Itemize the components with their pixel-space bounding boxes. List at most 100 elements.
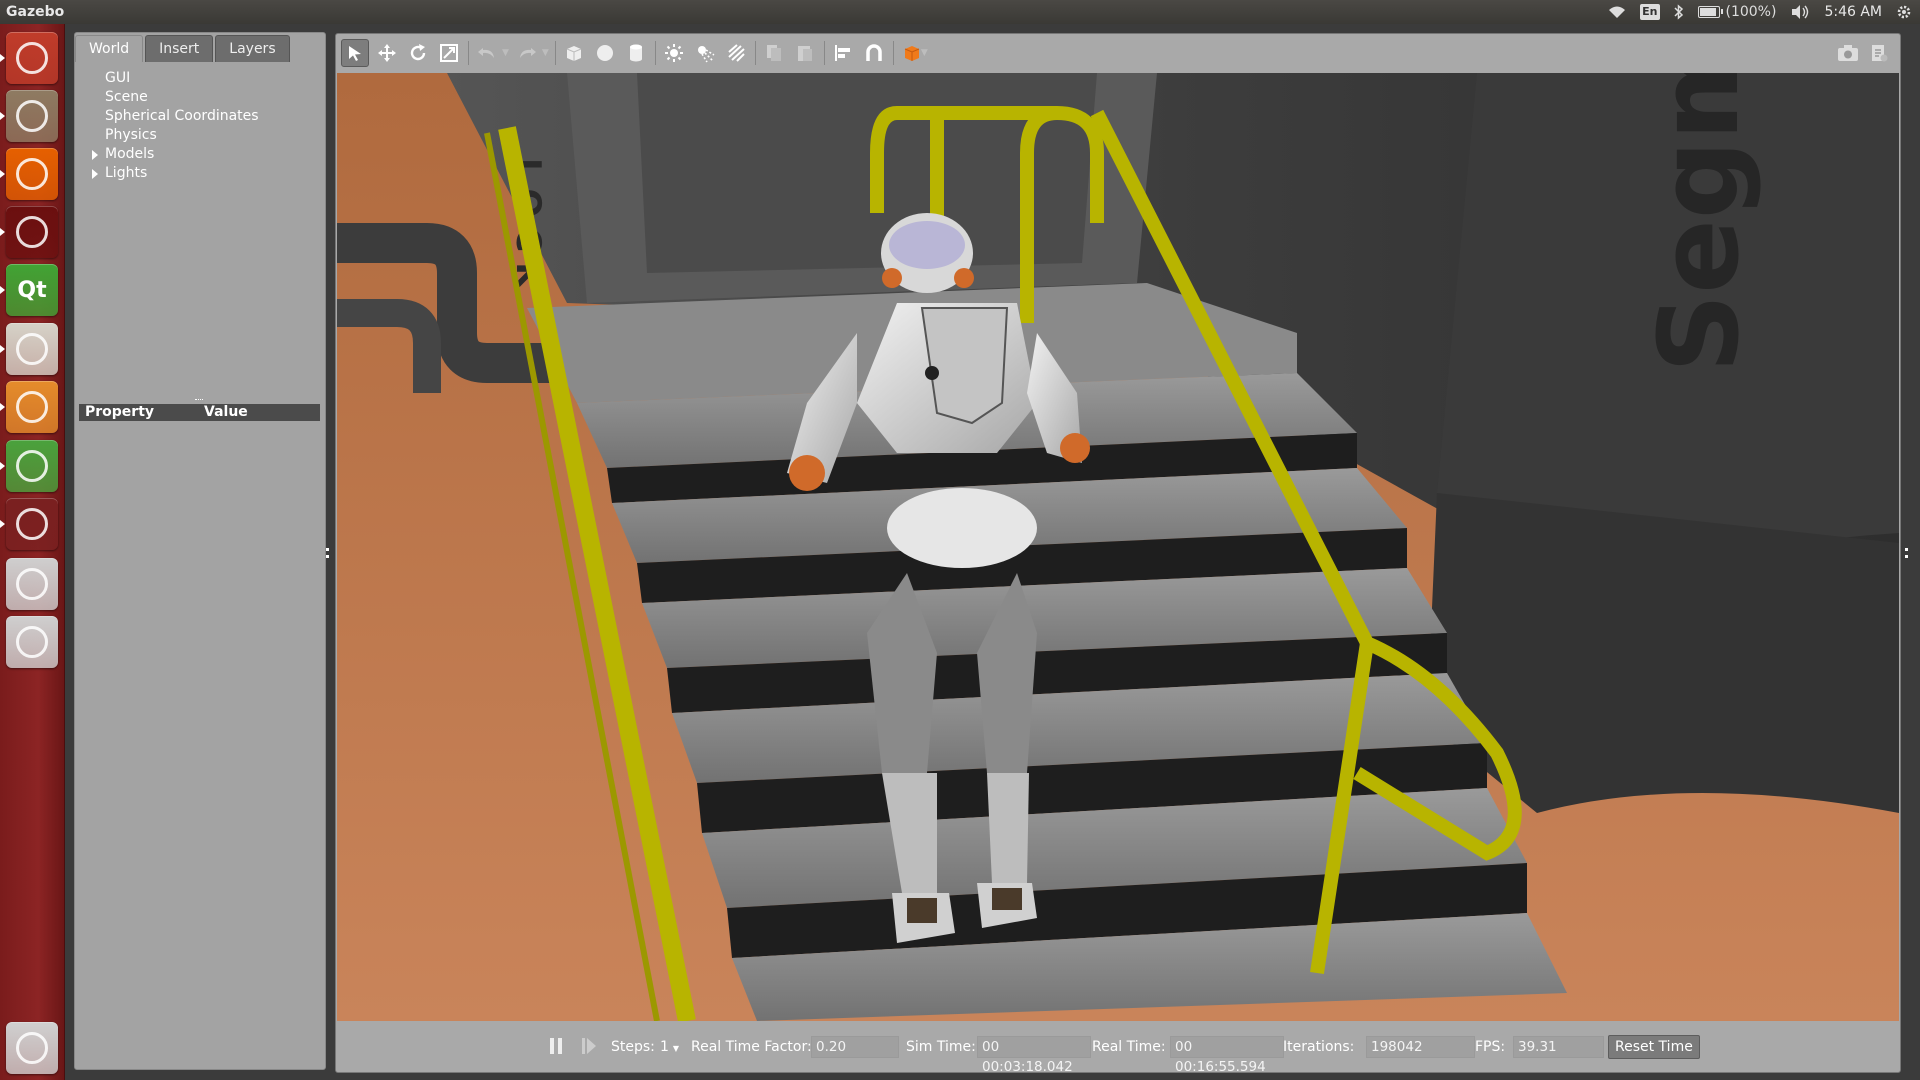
trash-icon-glyph <box>16 1032 48 1064</box>
select-mode-icon[interactable] <box>341 39 369 67</box>
expand-arrow-icon[interactable] <box>92 150 98 160</box>
iterations-field: 198042 <box>1366 1036 1475 1058</box>
steps-spinner-icon[interactable]: ▼ <box>673 1044 679 1053</box>
paste-icon[interactable] <box>792 40 818 66</box>
sim-time-field: 00 00:03:18.042 <box>977 1036 1091 1075</box>
running-indicator <box>0 170 5 178</box>
tree-item-models[interactable]: Models <box>75 145 325 164</box>
steps-label: Steps: <box>611 1039 655 1055</box>
time-panel: Steps: 1 ▼ Real Time Factor: 0.20 Sim Tim… <box>336 1024 1900 1075</box>
running-indicator <box>0 520 5 528</box>
drive-icon[interactable] <box>6 558 58 610</box>
left-panel-collapse-handle[interactable] <box>326 548 332 558</box>
fps-field: 39.31 <box>1513 1036 1604 1058</box>
dash-icon-glyph <box>16 42 48 74</box>
scale-mode-icon[interactable] <box>436 40 462 66</box>
files-icon[interactable] <box>0 90 58 142</box>
redo-history-dropdown-icon[interactable]: ▼ <box>542 48 549 58</box>
steps-spinbox[interactable]: 1 ▼ <box>660 1038 679 1058</box>
directional-light-icon[interactable] <box>723 40 749 66</box>
battery-indicator[interactable]: (100%) <box>1697 0 1777 24</box>
clock[interactable]: 5:46 AM <box>1824 0 1882 24</box>
3d-viewport[interactable]: Segm LOCK <box>337 73 1899 1021</box>
keyboard-layout-indicator[interactable]: En <box>1640 4 1660 20</box>
tree-item-spherical-coordinates[interactable]: Spherical Coordinates <box>75 107 325 126</box>
dash-icon[interactable] <box>0 32 58 84</box>
render-window: ▼ ▼ ▼ Segm LOCK Steps: 1 ▼ Real Time Fac… <box>335 33 1901 1075</box>
top-panel: Gazebo En (100%) 5:46 AM <box>0 0 1920 24</box>
translate-mode-icon[interactable] <box>374 40 400 66</box>
files-icon-glyph <box>16 100 48 132</box>
redo-icon[interactable] <box>514 40 540 66</box>
text-editor-icon[interactable] <box>0 323 58 375</box>
cylinder-shape-icon[interactable] <box>623 40 649 66</box>
gazebo-icon[interactable] <box>0 381 58 433</box>
running-indicator <box>0 345 5 353</box>
step-icon[interactable] <box>580 1036 598 1061</box>
splitter-handle[interactable] <box>195 399 203 403</box>
pause-icon[interactable] <box>548 1036 564 1061</box>
reset-time-button[interactable]: Reset Time <box>1608 1035 1700 1059</box>
bluetooth-icon[interactable] <box>1673 4 1684 20</box>
running-indicator <box>0 286 5 294</box>
iterations-label: Iterations: <box>1283 1039 1355 1055</box>
tree-item-label: Spherical Coordinates <box>105 108 259 124</box>
drive-2-icon-glyph <box>16 626 48 658</box>
left-panel: World Insert Layers GUI Scene Spherical Co… <box>74 32 326 1070</box>
tree-item-label: Models <box>105 146 155 162</box>
window-title: Gazebo <box>6 4 65 20</box>
tree-item-label: Physics <box>105 127 157 143</box>
tree-item-physics[interactable]: Physics <box>75 126 325 145</box>
expand-arrow-icon[interactable] <box>92 169 98 179</box>
screenshot-icon[interactable] <box>1835 40 1861 66</box>
sphere-shape-icon[interactable] <box>592 40 618 66</box>
spot-light-icon[interactable] <box>692 40 718 66</box>
tree-item-gui[interactable]: GUI <box>75 69 325 88</box>
panel-tabs: World Insert Layers <box>75 35 290 63</box>
align-icon[interactable] <box>830 40 856 66</box>
box-shape-icon[interactable] <box>561 40 587 66</box>
workspace-switcher-icon[interactable] <box>0 498 58 550</box>
copy-icon[interactable] <box>761 40 787 66</box>
workspace-switcher-icon-glyph <box>16 508 48 540</box>
drive-2-icon[interactable] <box>6 616 58 668</box>
gazebo-icon-glyph <box>16 391 48 423</box>
battery-icon <box>1697 6 1723 18</box>
terminal-window-icon[interactable] <box>0 206 58 258</box>
tab-layers[interactable]: Layers <box>215 35 290 62</box>
volume-icon[interactable] <box>1790 4 1810 20</box>
text-editor-icon-glyph <box>16 333 48 365</box>
running-indicator <box>0 228 5 236</box>
software-updater-icon[interactable] <box>0 440 58 492</box>
qt-creator-icon[interactable]: Qt <box>0 264 58 316</box>
tab-insert[interactable]: Insert <box>145 35 214 62</box>
tab-world[interactable]: World <box>75 35 144 62</box>
tree-item-lights[interactable]: Lights <box>75 164 325 183</box>
snap-icon[interactable] <box>861 40 887 66</box>
value-column-header[interactable]: Value <box>204 404 248 421</box>
undo-history-dropdown-icon[interactable]: ▼ <box>502 48 509 58</box>
sim-time-label: Sim Time: <box>906 1039 976 1055</box>
settings-gear-icon[interactable] <box>1896 4 1912 20</box>
tree-item-label: GUI <box>105 70 131 86</box>
world-tree: GUI Scene Spherical Coordinates Physics Mode… <box>75 69 325 183</box>
wifi-icon[interactable] <box>1608 5 1626 19</box>
log-icon[interactable] <box>1866 40 1892 66</box>
battery-percent: (100%) <box>1725 4 1777 20</box>
right-panel-collapse-handle[interactable] <box>1905 548 1911 558</box>
point-light-icon[interactable] <box>661 40 687 66</box>
firefox-icon-glyph <box>16 158 48 190</box>
steps-value: 1 <box>660 1039 669 1055</box>
system-tray: En (100%) 5:46 AM <box>1608 0 1912 24</box>
rotate-mode-icon[interactable] <box>405 40 431 66</box>
firefox-icon[interactable] <box>0 148 58 200</box>
running-indicator <box>0 54 5 62</box>
real-time-factor-field: 0.20 <box>811 1036 899 1058</box>
property-column-header[interactable]: Property <box>85 404 154 421</box>
view-dropdown-icon[interactable]: ▼ <box>921 48 928 58</box>
running-indicator <box>0 112 5 120</box>
tree-item-scene[interactable]: Scene <box>75 88 325 107</box>
undo-icon[interactable] <box>474 40 500 66</box>
trash-icon[interactable] <box>6 1022 58 1074</box>
tree-item-label: Scene <box>105 89 148 105</box>
